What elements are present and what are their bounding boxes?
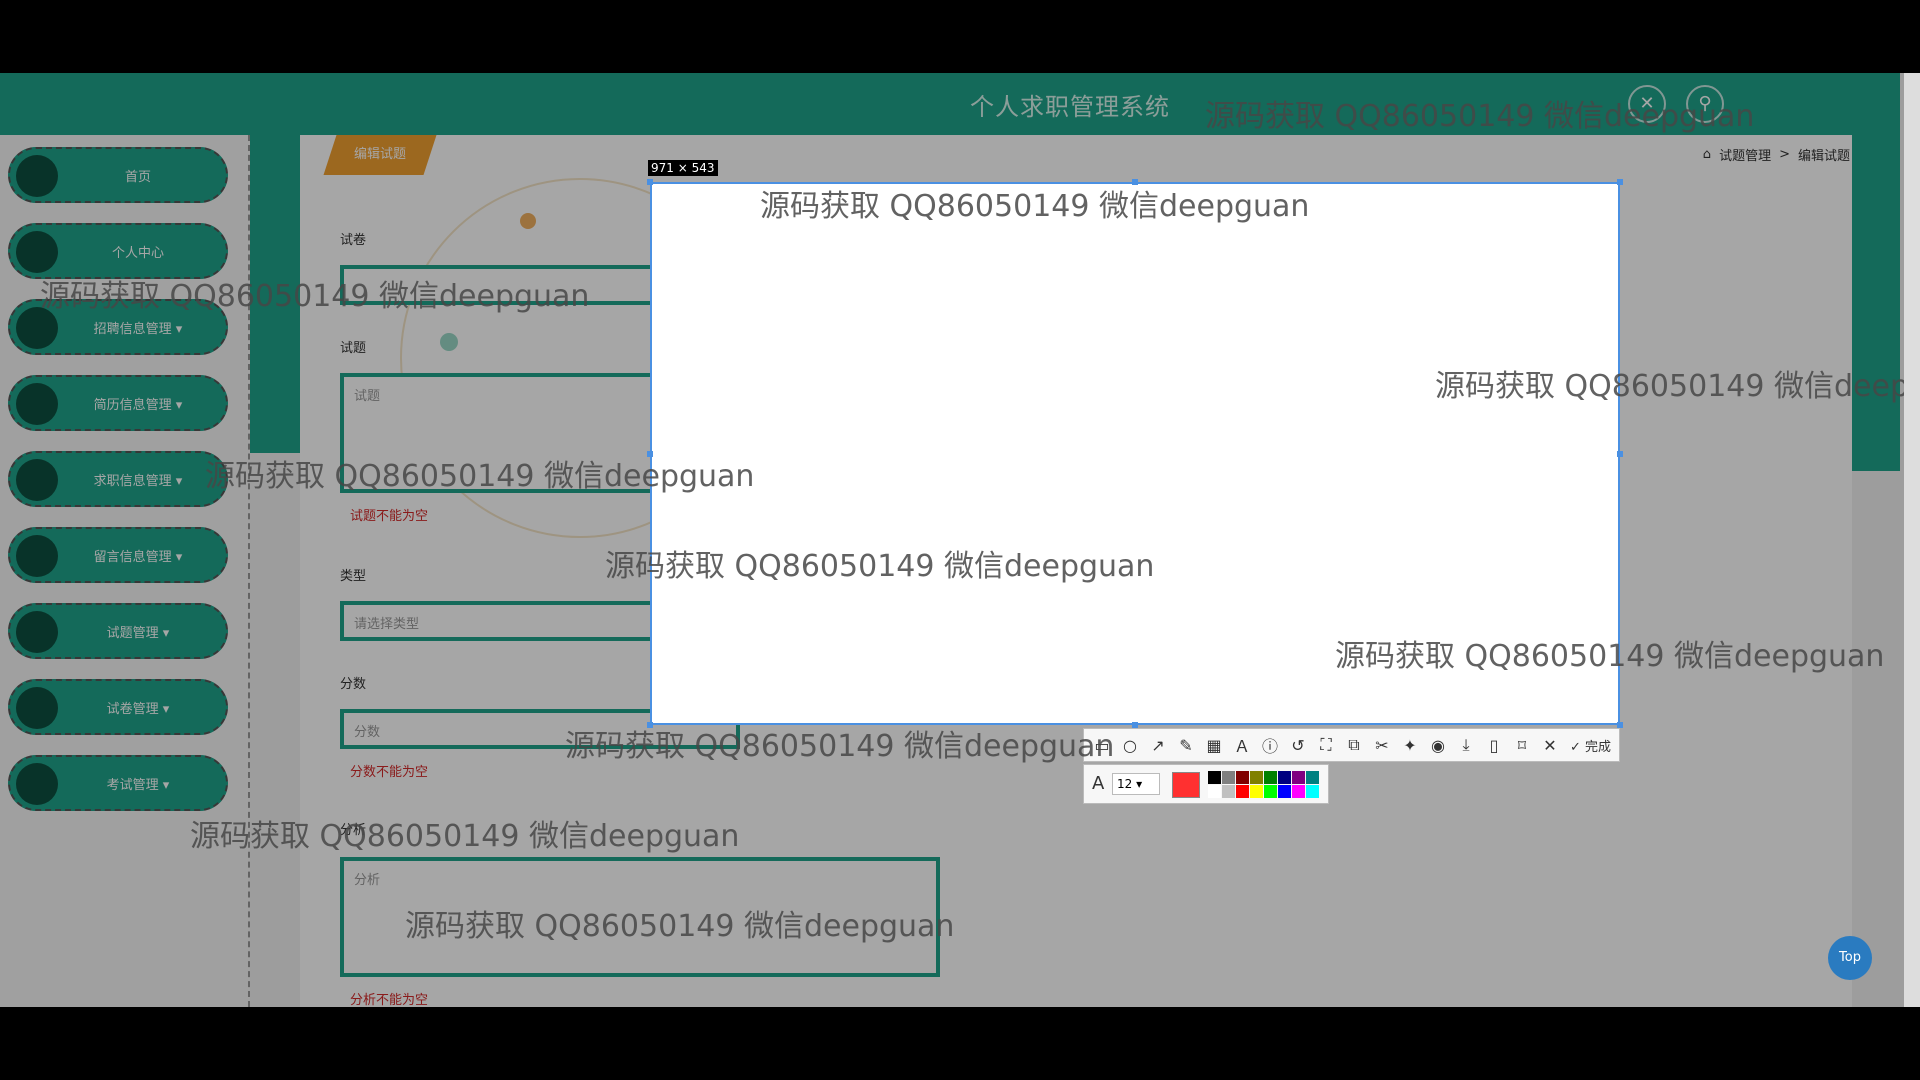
watermark-text: 源码获取 QQ86050149 微信deepguan xyxy=(205,459,755,494)
watermark-text: 源码获取 QQ86050149 微信deepguan xyxy=(760,189,1310,224)
ellipse-icon[interactable]: ○ xyxy=(1120,736,1140,755)
done-label: 完成 xyxy=(1584,739,1611,755)
back-to-top-button[interactable]: Top xyxy=(1828,936,1872,980)
color-swatch[interactable] xyxy=(1236,785,1249,798)
scissors-icon[interactable]: ✂ xyxy=(1372,736,1392,755)
font-size-value: 12 xyxy=(1117,777,1133,791)
color-swatch[interactable] xyxy=(1222,785,1235,798)
phone-icon[interactable]: ▯ xyxy=(1484,736,1504,755)
color-swatch[interactable] xyxy=(1292,771,1305,784)
screen-stage: 个人求职管理系统 ✕ ⚲ 首页 个人中心 招聘信息管理 ▾ 简历信息管理 ▾ 求… xyxy=(0,73,1920,1007)
color-swatch[interactable] xyxy=(1250,771,1263,784)
pin-icon[interactable]: ✦ xyxy=(1400,736,1420,755)
ocr-icon[interactable]: ⧉ xyxy=(1344,735,1364,755)
download-icon[interactable]: ⤓ xyxy=(1456,735,1476,755)
font-icon: A xyxy=(1092,773,1105,794)
color-swatch[interactable] xyxy=(1306,785,1319,798)
color-swatch[interactable] xyxy=(1250,785,1263,798)
info-icon[interactable]: ⓘ xyxy=(1260,733,1280,757)
color-swatch[interactable] xyxy=(1306,771,1319,784)
resize-handle[interactable] xyxy=(1617,451,1623,457)
record-icon[interactable]: ◉ xyxy=(1428,736,1448,755)
watermark-text: 源码获取 QQ86050149 微信deepguan xyxy=(405,909,955,944)
resize-handle[interactable] xyxy=(1617,179,1623,185)
watermark-text: 源码获取 QQ86050149 微信deepguan xyxy=(1435,369,1920,404)
mosaic-icon[interactable]: ▦ xyxy=(1204,736,1224,755)
check-icon: ✓ xyxy=(1569,739,1581,755)
undo-icon[interactable]: ↺ xyxy=(1288,736,1308,755)
capture-toolbar: ▭ ○ ↗ ✎ ▦ Ａ ⓘ ↺ ⛶ ⧉ ✂ ✦ ◉ ⤓ ▯ ⌑ ✕ ✓ 完成 xyxy=(1083,728,1620,762)
capture-size-label: 971 × 543 xyxy=(648,160,718,176)
watermark-text: 源码获取 QQ86050149 微信deepguan xyxy=(40,279,590,314)
current-color-swatch[interactable] xyxy=(1172,772,1200,798)
text-format-bar: A 12 ▾ xyxy=(1083,764,1329,804)
pencil-icon[interactable]: ✎ xyxy=(1176,736,1196,755)
color-swatch[interactable] xyxy=(1236,771,1249,784)
watermark-text: 源码获取 QQ86050149 微信deepguan xyxy=(565,729,1115,764)
resize-handle[interactable] xyxy=(647,179,653,185)
watermark-text: 源码获取 QQ86050149 微信deepguan xyxy=(1335,639,1885,674)
done-button[interactable]: ✓ 完成 xyxy=(1570,736,1611,755)
color-swatch[interactable] xyxy=(1222,771,1235,784)
watermark-text: 源码获取 QQ86050149 微信deepguan xyxy=(605,549,1155,584)
page-scrollbar[interactable] xyxy=(1904,73,1920,1007)
color-swatch[interactable] xyxy=(1208,771,1221,784)
watermark-text: 源码获取 QQ86050149 微信deepguan xyxy=(1205,99,1755,134)
arrow-icon[interactable]: ↗ xyxy=(1148,736,1168,755)
text-icon[interactable]: Ａ xyxy=(1232,733,1252,757)
close-icon[interactable]: ✕ xyxy=(1540,736,1560,755)
watermark-text: 源码获取 QQ86050149 微信deepguan xyxy=(190,819,740,854)
font-size-select[interactable]: 12 ▾ xyxy=(1112,773,1160,795)
color-palette xyxy=(1208,771,1319,798)
color-swatch[interactable] xyxy=(1264,785,1277,798)
color-swatch[interactable] xyxy=(1264,771,1277,784)
color-swatch[interactable] xyxy=(1278,771,1291,784)
color-swatch[interactable] xyxy=(1278,785,1291,798)
color-swatch[interactable] xyxy=(1292,785,1305,798)
bookmark-icon[interactable]: ⌑ xyxy=(1512,736,1532,755)
crop-icon[interactable]: ⛶ xyxy=(1316,735,1336,755)
color-swatch[interactable] xyxy=(1208,785,1221,798)
